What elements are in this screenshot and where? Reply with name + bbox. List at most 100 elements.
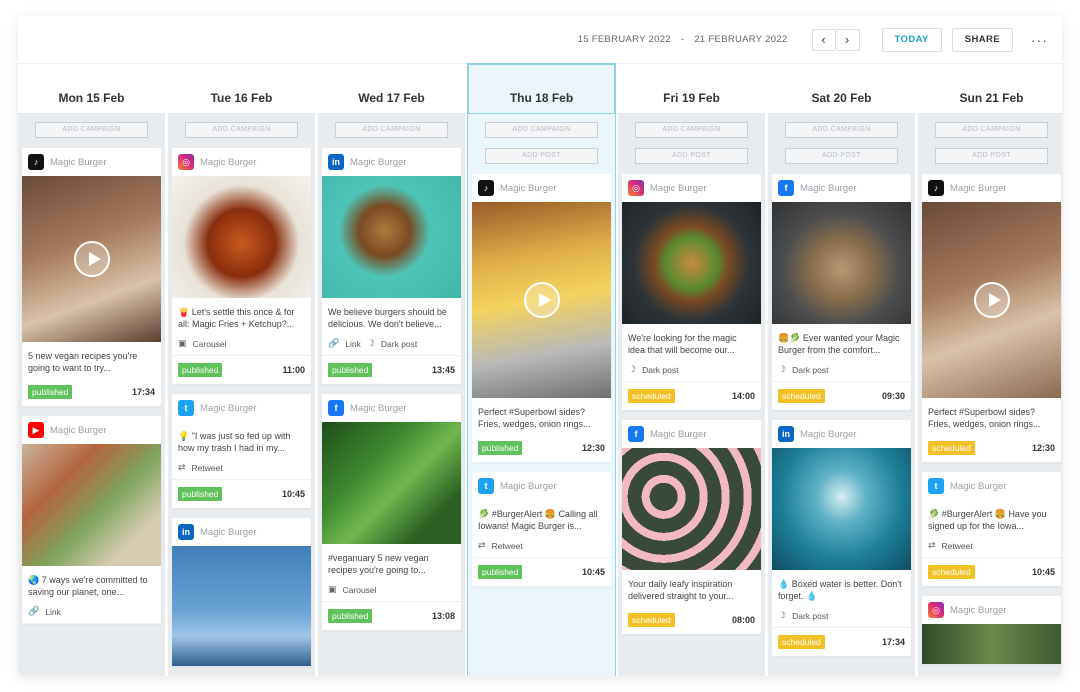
post-card[interactable]: f Magic Burger #veganuary 5 new vegan rec… <box>322 394 461 630</box>
status-badge: scheduled <box>778 389 825 403</box>
post-card[interactable]: in Magic Burger We believe burgers should… <box>322 148 461 384</box>
day-header: Sun 21 Feb <box>918 64 1062 114</box>
today-button[interactable]: TODAY <box>881 27 942 52</box>
add-campaign-button[interactable]: ADD CAMPAIGN <box>185 122 298 138</box>
post-caption: We believe burgers should be delicious. … <box>328 307 447 329</box>
youtube-icon: ▶ <box>28 422 44 438</box>
status-badge: published <box>328 363 373 377</box>
account-name: Magic Burger <box>350 156 407 168</box>
day-body: ADD CAMPAIGN ADD POST f Magic Burger 🍔🥬 E… <box>768 114 915 676</box>
prev-week-button[interactable]: ‹ <box>811 28 836 51</box>
post-time: 12:30 <box>581 443 605 453</box>
next-week-button[interactable]: › <box>835 28 860 51</box>
status-badge: published <box>178 363 223 377</box>
status-badge: published <box>328 609 373 623</box>
post-type: Carousel <box>342 584 377 595</box>
post-image <box>772 448 911 570</box>
post-image <box>622 202 761 324</box>
facebook-icon: f <box>328 400 344 416</box>
status-badge: published <box>478 441 523 455</box>
account-name: Magic Burger <box>50 156 107 168</box>
day-header: Mon 15 Feb <box>18 64 165 114</box>
play-icon <box>73 241 110 277</box>
add-campaign-button[interactable]: ADD CAMPAIGN <box>935 122 1048 138</box>
post-type: Retweet <box>941 540 973 551</box>
linkedin-icon: in <box>328 154 344 170</box>
retweet-icon: ⇄ <box>478 540 486 550</box>
add-post-button[interactable]: ADD POST <box>935 148 1048 164</box>
post-caption: Your daily leafy inspiration delivered s… <box>628 579 734 601</box>
post-card[interactable]: ◎ Magic Burger We're looking for the magi… <box>622 174 761 410</box>
retweet-icon: ⇄ <box>928 540 936 550</box>
instagram-icon: ◎ <box>928 602 944 618</box>
add-campaign-button[interactable]: ADD CAMPAIGN <box>635 122 748 138</box>
tiktok-icon: ♪ <box>478 180 494 196</box>
day-header: Wed 17 Feb <box>318 64 465 114</box>
post-time: 08:00 <box>731 615 755 625</box>
post-card[interactable]: t Magic Burger 🥬 #BurgerAlert 🍔 Have you … <box>922 472 1061 586</box>
add-campaign-button[interactable]: ADD CAMPAIGN <box>785 122 898 138</box>
status-badge: published <box>478 565 523 579</box>
post-card[interactable]: ♪ Magic Burger Perfect #Superbowl sides? … <box>472 174 611 462</box>
post-image <box>172 176 311 298</box>
add-campaign-button[interactable]: ADD CAMPAIGN <box>485 122 598 138</box>
account-name: Magic Burger <box>200 526 257 538</box>
post-card[interactable]: ◎ Magic Burger <box>922 596 1061 664</box>
status-badge: published <box>178 487 223 501</box>
facebook-icon: f <box>628 426 644 442</box>
add-campaign-button[interactable]: ADD CAMPAIGN <box>335 122 448 138</box>
account-name: Magic Burger <box>800 182 857 194</box>
link-icon: 🔗 <box>328 338 340 348</box>
add-post-button[interactable]: ADD POST <box>485 148 598 164</box>
day-column: Tue 16 Feb ADD CAMPAIGN ◎ Magic Burger 🍟 … <box>168 64 315 676</box>
facebook-icon: f <box>778 180 794 196</box>
post-card[interactable]: f Magic Burger Your daily leafy inspirati… <box>622 420 761 634</box>
post-time: 09:30 <box>881 391 905 401</box>
account-name: Magic Burger <box>950 604 1007 616</box>
week-columns: Mon 15 Feb ADD CAMPAIGN ♪ Magic Burger 5 … <box>18 63 1062 676</box>
date-separator: - <box>680 34 685 45</box>
post-card[interactable]: f Magic Burger 🍔🥬 Ever wanted your Magic … <box>772 174 911 410</box>
add-campaign-button[interactable]: ADD CAMPAIGN <box>35 122 148 138</box>
status-badge: scheduled <box>628 389 675 403</box>
day-body: ADD CAMPAIGN in Magic Burger We believe b… <box>318 114 465 676</box>
more-options-icon[interactable]: ··· <box>1031 32 1048 48</box>
account-name: Magic Burger <box>350 402 407 414</box>
post-card[interactable]: ◎ Magic Burger 🍟 Let's settle this once &… <box>172 148 311 384</box>
post-type-secondary: Dark post <box>380 338 418 349</box>
post-type: Retweet <box>191 462 223 473</box>
day-column: Sat 20 Feb ADD CAMPAIGN ADD POST f Magic … <box>768 64 915 676</box>
post-card[interactable]: ▶ Magic Burger 🌏 7 ways we're committed t… <box>22 416 161 624</box>
post-image <box>172 546 311 666</box>
post-caption: 5 new vegan recipes you're going to want… <box>28 351 138 373</box>
post-type: Link <box>45 606 61 617</box>
post-card[interactable]: ♪ Magic Burger Perfect #Superbowl sides? … <box>922 174 1061 462</box>
instagram-icon: ◎ <box>628 180 644 196</box>
date-to: 21 FEBRUARY 2022 <box>694 34 788 45</box>
post-time: 14:00 <box>731 391 755 401</box>
share-button[interactable]: SHARE <box>951 27 1013 52</box>
account-name: Magic Burger <box>950 182 1007 194</box>
calendar-frame: 15 FEBRUARY 2022 - 21 FEBRUARY 2022 ‹ › … <box>18 16 1062 676</box>
post-type: Dark post <box>642 364 679 375</box>
status-badge: scheduled <box>628 613 675 627</box>
post-video-thumbnail <box>22 176 161 342</box>
post-card[interactable]: in Magic Burger <box>172 518 311 666</box>
post-card[interactable]: ♪ Magic Burger 5 new vegan recipes you're… <box>22 148 161 406</box>
add-post-button[interactable]: ADD POST <box>635 148 748 164</box>
post-card[interactable]: t Magic Burger 🥬 #BurgerAlert 🍔 Calling a… <box>472 472 611 586</box>
status-badge: published <box>28 385 73 399</box>
week-navigation: ‹ › <box>811 28 860 51</box>
post-time: 10:45 <box>581 567 605 577</box>
post-caption: #veganuary 5 new vegan recipes you're go… <box>328 553 429 575</box>
post-card[interactable]: t Magic Burger 💡 "I was just so fed up wi… <box>172 394 311 508</box>
day-body: ADD CAMPAIGN ◎ Magic Burger 🍟 Let's settl… <box>168 114 315 676</box>
post-card[interactable]: in Magic Burger 💧 Boxed water is better. … <box>772 420 911 656</box>
add-post-button[interactable]: ADD POST <box>785 148 898 164</box>
account-name: Magic Burger <box>200 402 257 414</box>
status-badge: scheduled <box>928 441 975 455</box>
post-type: Retweet <box>491 540 523 551</box>
play-icon <box>523 282 560 318</box>
post-video-thumbnail <box>922 202 1061 398</box>
post-image <box>322 422 461 544</box>
